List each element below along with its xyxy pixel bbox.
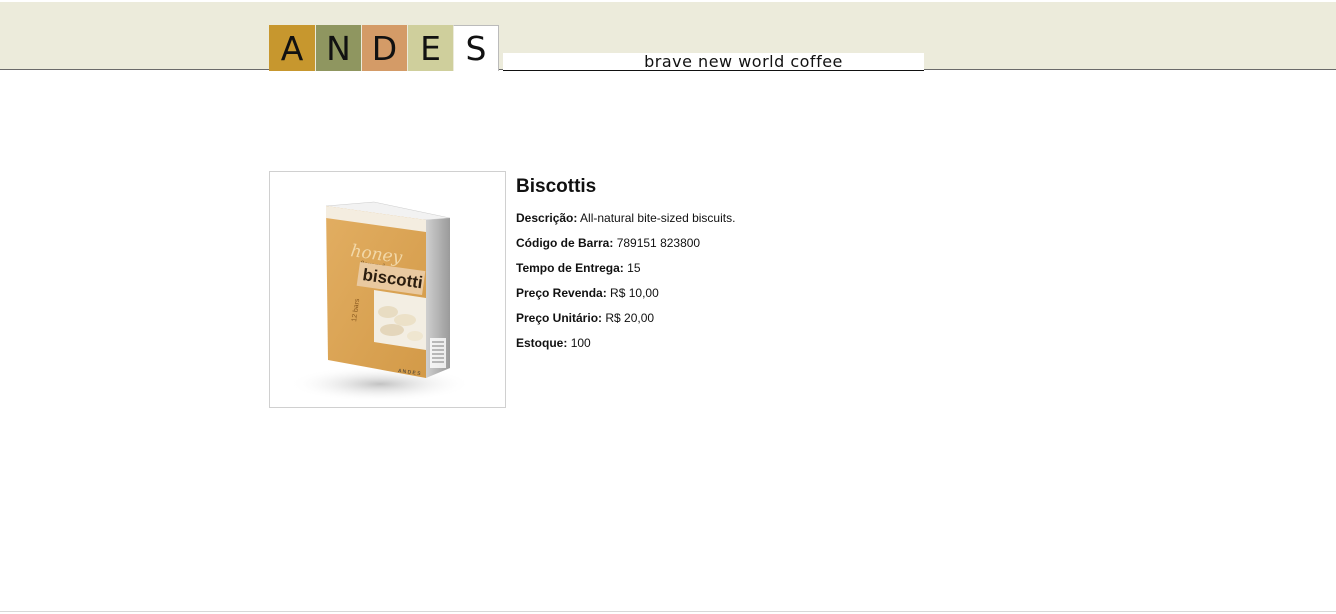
product-image: honey flavored biscotti 12 bars A N D E … bbox=[269, 171, 506, 408]
logo-letter-d: D bbox=[361, 25, 407, 71]
field-descricao: Descrição: All-natural bite-sized biscui… bbox=[516, 206, 735, 231]
field-tempo-entrega: Tempo de Entrega: 15 bbox=[516, 256, 735, 281]
field-codigo-barra-label: Código de Barra: bbox=[516, 236, 614, 250]
field-codigo-barra: Código de Barra: 789151 823800 bbox=[516, 231, 735, 256]
field-estoque-value: 100 bbox=[570, 336, 591, 350]
field-estoque: Estoque: 100 bbox=[516, 331, 735, 356]
site-header: A N D E S brave new world coffee bbox=[0, 0, 1336, 72]
tagline-bar: brave new world coffee bbox=[503, 52, 924, 71]
field-preco-revenda: Preço Revenda: R$ 10,00 bbox=[516, 281, 735, 306]
biscotti-box-image: honey flavored biscotti 12 bars A N D E … bbox=[288, 201, 472, 402]
product-details: Biscottis Descrição: All-natural bite-si… bbox=[516, 176, 735, 356]
footer-divider bbox=[0, 611, 1336, 612]
field-estoque-label: Estoque: bbox=[516, 336, 568, 350]
field-tempo-entrega-label: Tempo de Entrega: bbox=[516, 261, 624, 275]
logo-letter-s: S bbox=[453, 25, 499, 71]
tagline: brave new world coffee bbox=[644, 52, 843, 71]
field-codigo-barra-value: 789151 823800 bbox=[616, 236, 701, 250]
field-preco-unitario: Preço Unitário: R$ 20,00 bbox=[516, 306, 735, 331]
logo-letter-e: E bbox=[407, 25, 453, 71]
logo-letter-a: A bbox=[269, 25, 315, 71]
field-descricao-label: Descrição: bbox=[516, 211, 578, 225]
product-title: Biscottis bbox=[516, 176, 597, 197]
logo-letter-n: N bbox=[315, 25, 361, 71]
field-preco-revenda-label: Preço Revenda: bbox=[516, 286, 607, 300]
andes-logo[interactable]: A N D E S bbox=[269, 25, 499, 72]
field-preco-unitario-label: Preço Unitário: bbox=[516, 311, 603, 325]
field-preco-revenda-value: R$ 10,00 bbox=[610, 286, 659, 300]
field-tempo-entrega-value: 15 bbox=[627, 261, 641, 275]
field-descricao-value: All-natural bite-sized biscuits. bbox=[580, 211, 736, 225]
field-preco-unitario-value: R$ 20,00 bbox=[605, 311, 655, 325]
